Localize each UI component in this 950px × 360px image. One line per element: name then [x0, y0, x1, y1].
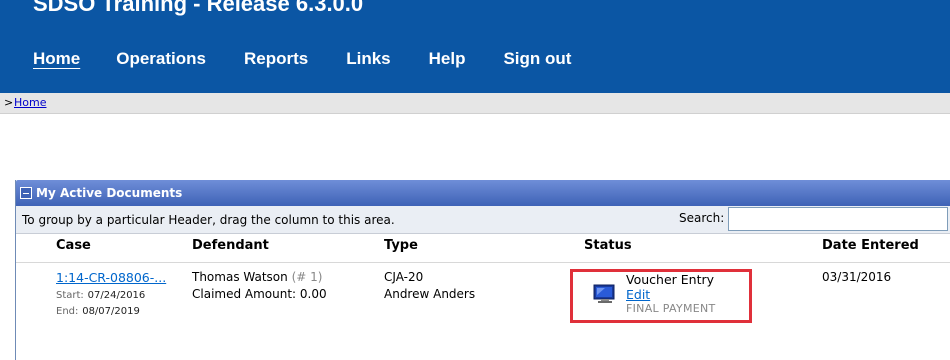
date-entered: 03/31/2016	[822, 270, 892, 284]
attorney-name: Andrew Anders	[384, 287, 476, 301]
claimed-amount: Claimed Amount: 0.00	[192, 287, 327, 301]
search-input[interactable]	[728, 207, 948, 231]
nav-sign-out[interactable]: Sign out	[503, 48, 571, 72]
nav-help[interactable]: Help	[429, 48, 466, 72]
start-label: Start:	[56, 290, 84, 301]
panel-title: My Active Documents	[36, 186, 183, 200]
top-banner: SDSO Training - Release 6.3.0.0 Home Ope…	[0, 0, 950, 93]
case-start: Start: 07/24/2016	[56, 287, 145, 301]
voucher-type: CJA-20	[384, 270, 424, 284]
breadcrumb: > Home	[0, 93, 950, 114]
app-title: SDSO Training - Release 6.3.0.0	[33, 0, 364, 16]
case-link[interactable]: 1:14-CR-08806-...	[56, 270, 166, 285]
start-date: 07/24/2016	[87, 290, 146, 301]
defendant-cell: Thomas Watson (# 1)	[192, 270, 322, 284]
breadcrumb-separator: >	[4, 96, 14, 109]
active-documents-panel: My Active Documents To group by a partic…	[15, 180, 950, 360]
final-payment-label: FINAL PAYMENT	[626, 302, 716, 315]
nav-reports[interactable]: Reports	[244, 48, 308, 72]
collapse-icon[interactable]	[20, 187, 32, 199]
main-nav: Home Operations Reports Links Help Sign …	[33, 48, 609, 72]
nav-links[interactable]: Links	[346, 48, 390, 72]
end-label: End:	[56, 306, 79, 317]
group-by-bar[interactable]: To group by a particular Header, drag th…	[16, 206, 950, 234]
panel-header: My Active Documents	[16, 180, 950, 206]
nav-home[interactable]: Home	[33, 48, 80, 72]
defendant-name: Thomas Watson	[192, 270, 288, 284]
column-header-date-entered[interactable]: Date Entered	[822, 238, 919, 253]
nav-operations[interactable]: Operations	[116, 48, 206, 72]
breadcrumb-home-link[interactable]: Home	[14, 96, 46, 109]
column-header-defendant[interactable]: Defendant	[192, 238, 269, 253]
column-header-type[interactable]: Type	[384, 238, 418, 253]
monitor-icon	[593, 284, 615, 303]
edit-link[interactable]: Edit	[626, 287, 650, 302]
group-by-hint: To group by a particular Header, drag th…	[22, 213, 395, 227]
column-header-status[interactable]: Status	[584, 238, 632, 253]
status-text: Voucher Entry	[626, 272, 715, 287]
search-label: Search:	[679, 211, 725, 225]
header-divider	[16, 262, 950, 263]
end-date: 08/07/2019	[82, 306, 140, 317]
case-end: End: 08/07/2019	[56, 303, 140, 317]
column-header-case[interactable]: Case	[56, 238, 91, 253]
defendant-number: (# 1)	[291, 270, 323, 284]
